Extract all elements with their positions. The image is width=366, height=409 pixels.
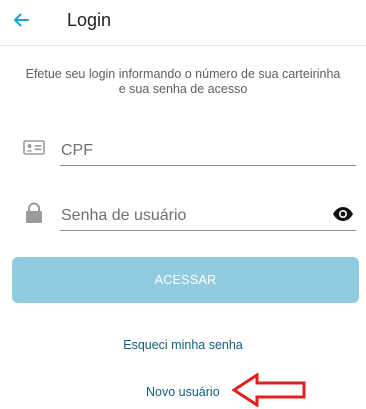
login-instructions: Efetue seu login informando o número de … bbox=[0, 67, 366, 97]
red-arrow-icon bbox=[231, 372, 308, 409]
id-card-icon bbox=[22, 136, 46, 160]
lock-icon bbox=[22, 201, 46, 225]
password-field bbox=[22, 201, 356, 241]
arrow-left-icon bbox=[14, 13, 29, 27]
cpf-field bbox=[22, 136, 356, 176]
page-title: Login bbox=[67, 10, 112, 30]
forgot-password-link[interactable]: Esqueci minha senha bbox=[0, 338, 366, 352]
instructions-line-1: Efetue seu login informando o número de … bbox=[25, 67, 341, 81]
new-user-link[interactable]: Novo usuário bbox=[146, 385, 220, 399]
login-screen: Login Efetue seu login informando o núme… bbox=[0, 0, 366, 409]
show-password-toggle[interactable] bbox=[332, 203, 354, 225]
app-bar: Login bbox=[0, 0, 366, 46]
eye-icon bbox=[333, 207, 353, 221]
login-button[interactable]: ACESSAR bbox=[12, 257, 359, 303]
cpf-input[interactable] bbox=[60, 136, 356, 166]
password-input[interactable] bbox=[60, 201, 356, 231]
back-button[interactable] bbox=[8, 7, 34, 33]
instructions-line-2: e sua senha de acesso bbox=[118, 82, 248, 96]
